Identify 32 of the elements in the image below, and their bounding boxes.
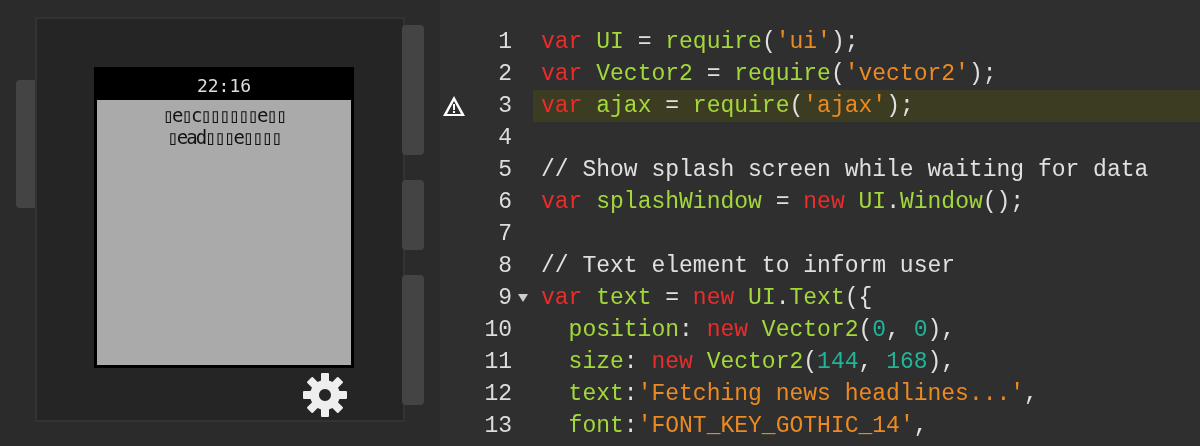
line-number: 3 bbox=[498, 92, 512, 121]
line-number: 2 bbox=[498, 60, 512, 89]
code-line: var Vector2 = require('vector2'); bbox=[540, 60, 998, 89]
code-line: // Show splash screen while waiting for data bbox=[540, 156, 1150, 185]
code-line: var text = new UI.Text({ bbox=[540, 284, 874, 313]
line-number: 13 bbox=[484, 412, 512, 441]
watch-message-line: ▯ead▯▯▯e▯▯▯▯ bbox=[167, 126, 281, 148]
line-number: 8 bbox=[498, 252, 512, 281]
code-line: var splashWindow = new UI.Window(); bbox=[540, 188, 1026, 217]
line-number: 5 bbox=[498, 156, 512, 185]
line-number: 1 bbox=[498, 28, 512, 57]
line-number: 11 bbox=[484, 348, 512, 377]
watch-message-line: ▯e▯c▯▯▯▯▯▯e▯▯ bbox=[162, 104, 286, 126]
watch-side-button[interactable] bbox=[402, 25, 424, 155]
watch-side-button[interactable] bbox=[402, 275, 424, 405]
watch-side-button[interactable] bbox=[402, 180, 424, 250]
line-number: 7 bbox=[498, 220, 512, 249]
line-number: 6 bbox=[498, 188, 512, 217]
code-line: position: new Vector2(0, 0), bbox=[567, 316, 957, 345]
status-time: 22:16 bbox=[196, 74, 252, 96]
code-line: font:'FONT_KEY_GOTHIC_14', bbox=[567, 412, 929, 441]
code-line: var UI = require('ui'); bbox=[540, 28, 860, 57]
code-line: size: new Vector2(144, 168), bbox=[567, 348, 957, 377]
line-number: 9 bbox=[498, 284, 512, 313]
line-number: 10 bbox=[484, 316, 512, 345]
fold-arrow-icon[interactable] bbox=[517, 294, 528, 302]
line-number: 4 bbox=[498, 124, 512, 153]
line-number: 12 bbox=[484, 380, 512, 409]
watch-side-button[interactable] bbox=[16, 80, 38, 208]
code-line: // Text element to inform user bbox=[540, 252, 957, 281]
settings-icon[interactable] bbox=[301, 371, 349, 419]
code-line: text:'Fetching news headlines...', bbox=[567, 380, 1039, 409]
